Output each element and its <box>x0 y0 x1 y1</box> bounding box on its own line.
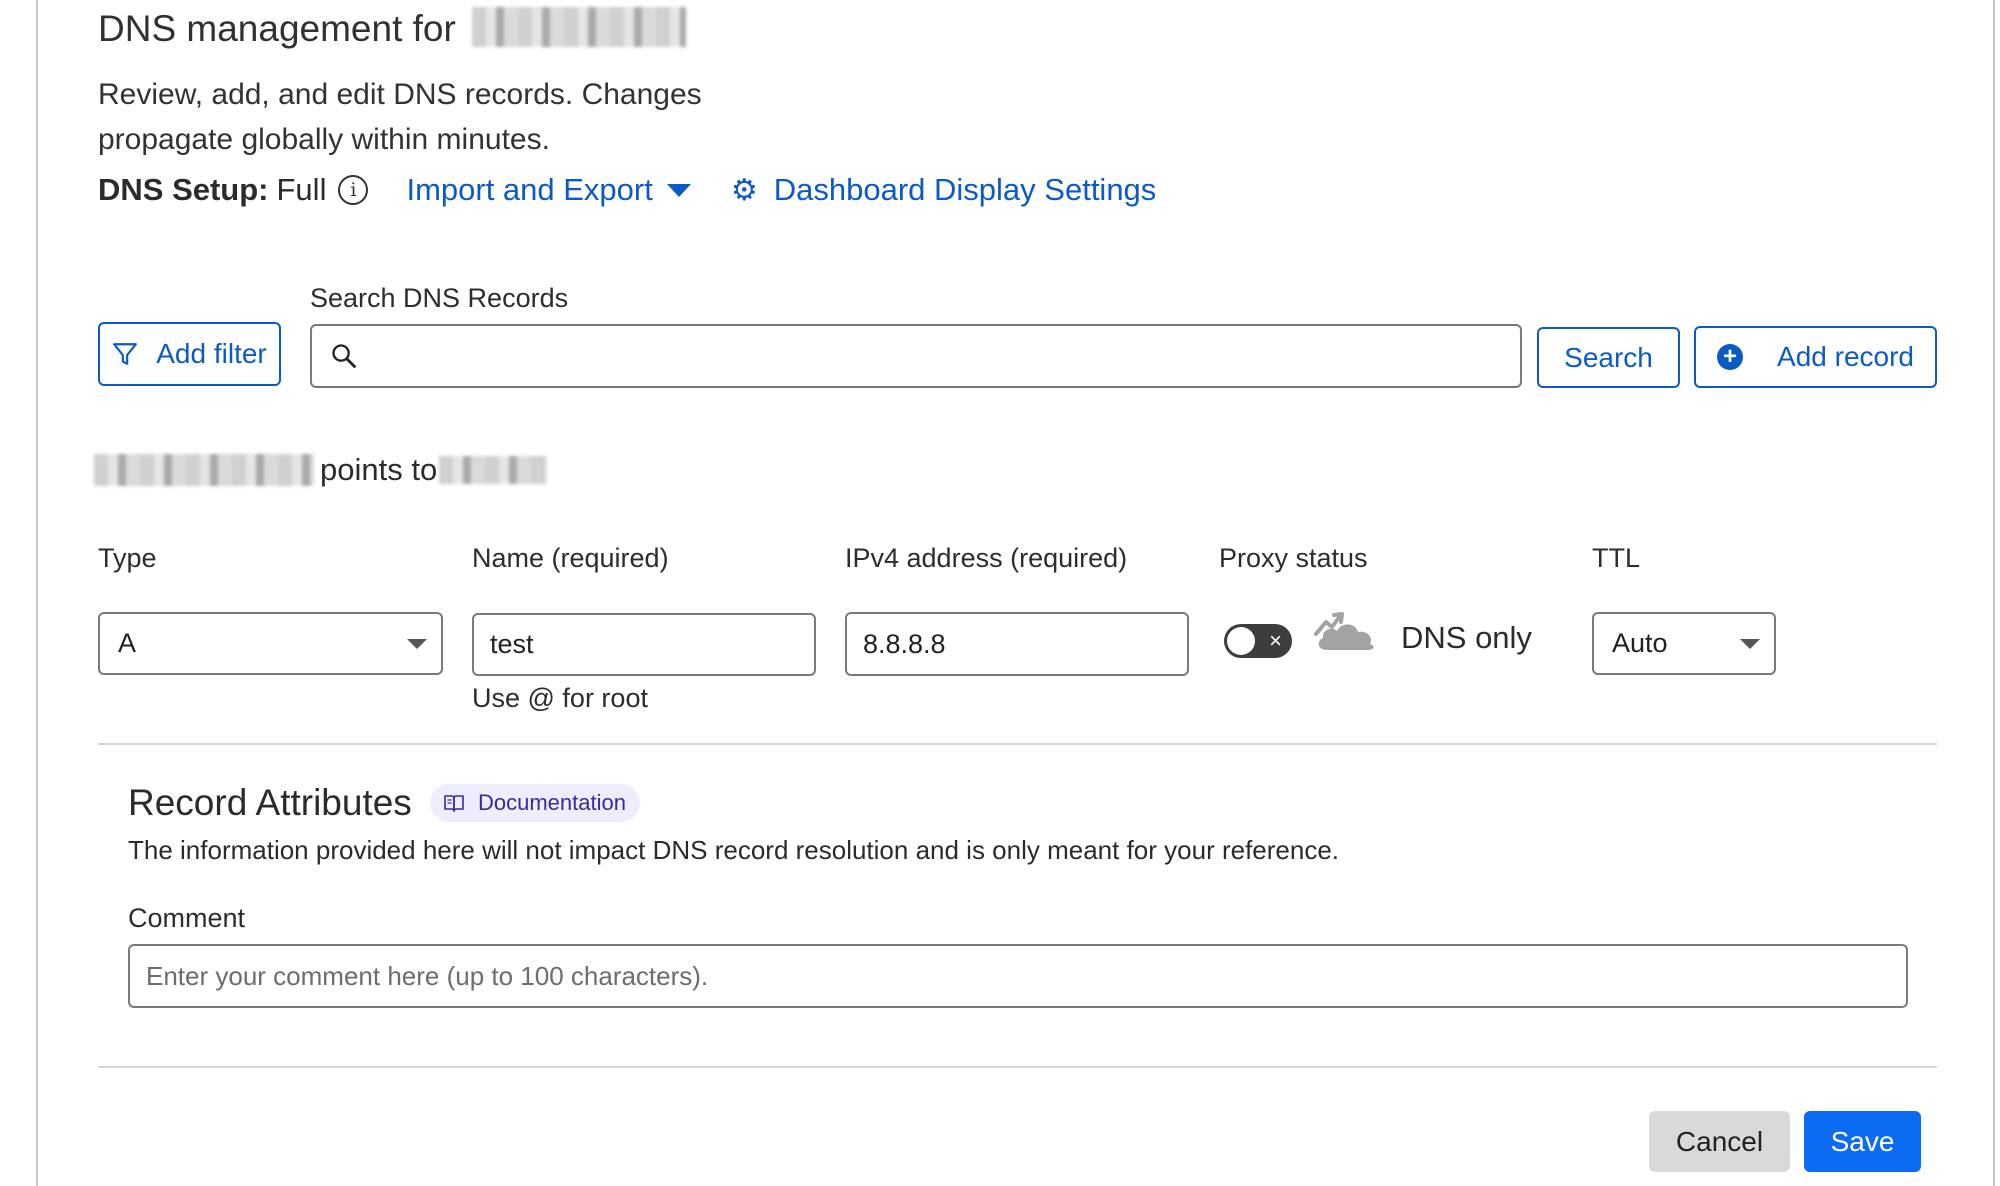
section-divider <box>98 743 1937 745</box>
ttl-select-value: Auto <box>1612 628 1668 658</box>
name-input-value: test <box>490 629 534 659</box>
section-divider <box>98 1066 1937 1068</box>
dashboard-display-settings-link[interactable]: ⚙ Dashboard Display Settings <box>731 172 1156 208</box>
proxy-status-toggle[interactable]: × <box>1224 624 1292 658</box>
gear-icon: ⚙ <box>730 173 758 207</box>
import-export-label: Import and Export <box>406 172 653 207</box>
cancel-button[interactable]: Cancel <box>1649 1111 1790 1172</box>
panel-left-border <box>36 0 38 1186</box>
documentation-label: Documentation <box>478 790 626 815</box>
panel-right-border <box>1993 0 1995 1186</box>
record-attributes-description: The information provided here will not i… <box>128 835 1340 865</box>
dns-setup-value: Full <box>276 172 327 207</box>
documentation-link[interactable]: Documentation <box>430 784 640 822</box>
cloud-icon <box>1314 612 1374 650</box>
type-label: Type <box>98 543 157 573</box>
proxy-status-label: Proxy status <box>1219 543 1368 573</box>
search-icon <box>332 344 356 368</box>
search-dns-records-input[interactable] <box>310 324 1522 388</box>
info-icon[interactable]: i <box>338 175 369 205</box>
save-button[interactable]: Save <box>1804 1111 1921 1172</box>
ipv4-input-value: 8.8.8.8 <box>863 628 946 659</box>
toggle-knob <box>1227 627 1255 655</box>
add-filter-button[interactable]: Add filter <box>98 322 281 386</box>
ipv4-label: IPv4 address (required) <box>845 543 1128 573</box>
search-dns-records-label: Search DNS Records <box>310 283 569 313</box>
page-title-prefix: DNS management for <box>98 8 456 49</box>
dashboard-display-settings-label: Dashboard Display Settings <box>773 172 1157 207</box>
ttl-select[interactable]: Auto <box>1592 612 1776 675</box>
dns-setup-row: DNS Setup: Full i Import and Export ⚙ Da… <box>98 170 1156 210</box>
add-record-label: Add record <box>1777 341 1914 372</box>
caret-down-icon <box>666 183 691 197</box>
name-input[interactable]: test <box>472 613 816 676</box>
dns-management-panel: DNS management for Review, add, and edit… <box>0 0 2000 1186</box>
record-attributes-title: Record Attributes <box>128 782 412 823</box>
page-description: Review, add, and edit DNS records. Chang… <box>98 78 702 156</box>
comment-label: Comment <box>128 903 246 933</box>
type-select[interactable]: A <box>98 612 443 675</box>
import-export-dropdown[interactable]: Import and Export <box>406 172 691 208</box>
book-icon <box>444 795 464 812</box>
plus-circle-icon: + <box>1717 344 1744 370</box>
proxy-status-value: DNS only <box>1401 620 1532 655</box>
redacted-domain <box>472 7 687 48</box>
ipv4-input[interactable]: 8.8.8.8 <box>845 612 1189 676</box>
add-record-button[interactable]: + Add record <box>1694 326 1937 388</box>
search-button[interactable]: Search <box>1537 327 1680 388</box>
chevron-down-icon <box>1740 638 1760 649</box>
add-filter-label: Add filter <box>156 338 267 369</box>
name-help-text: Use @ for root <box>472 683 648 713</box>
chevron-down-icon <box>407 638 427 649</box>
page-title: DNS management for <box>98 7 687 51</box>
comment-input[interactable] <box>128 944 1908 1008</box>
points-to-text: points to <box>320 452 438 487</box>
ttl-label: TTL <box>1592 543 1641 573</box>
close-icon: × <box>1269 628 1282 653</box>
type-select-value: A <box>118 628 137 658</box>
dns-setup-key: DNS Setup: <box>98 172 269 207</box>
redacted-target <box>439 456 548 484</box>
redacted-hostname <box>94 454 314 486</box>
name-label: Name (required) <box>472 543 669 573</box>
filter-icon <box>113 343 138 365</box>
record-preview: points to <box>94 450 548 490</box>
